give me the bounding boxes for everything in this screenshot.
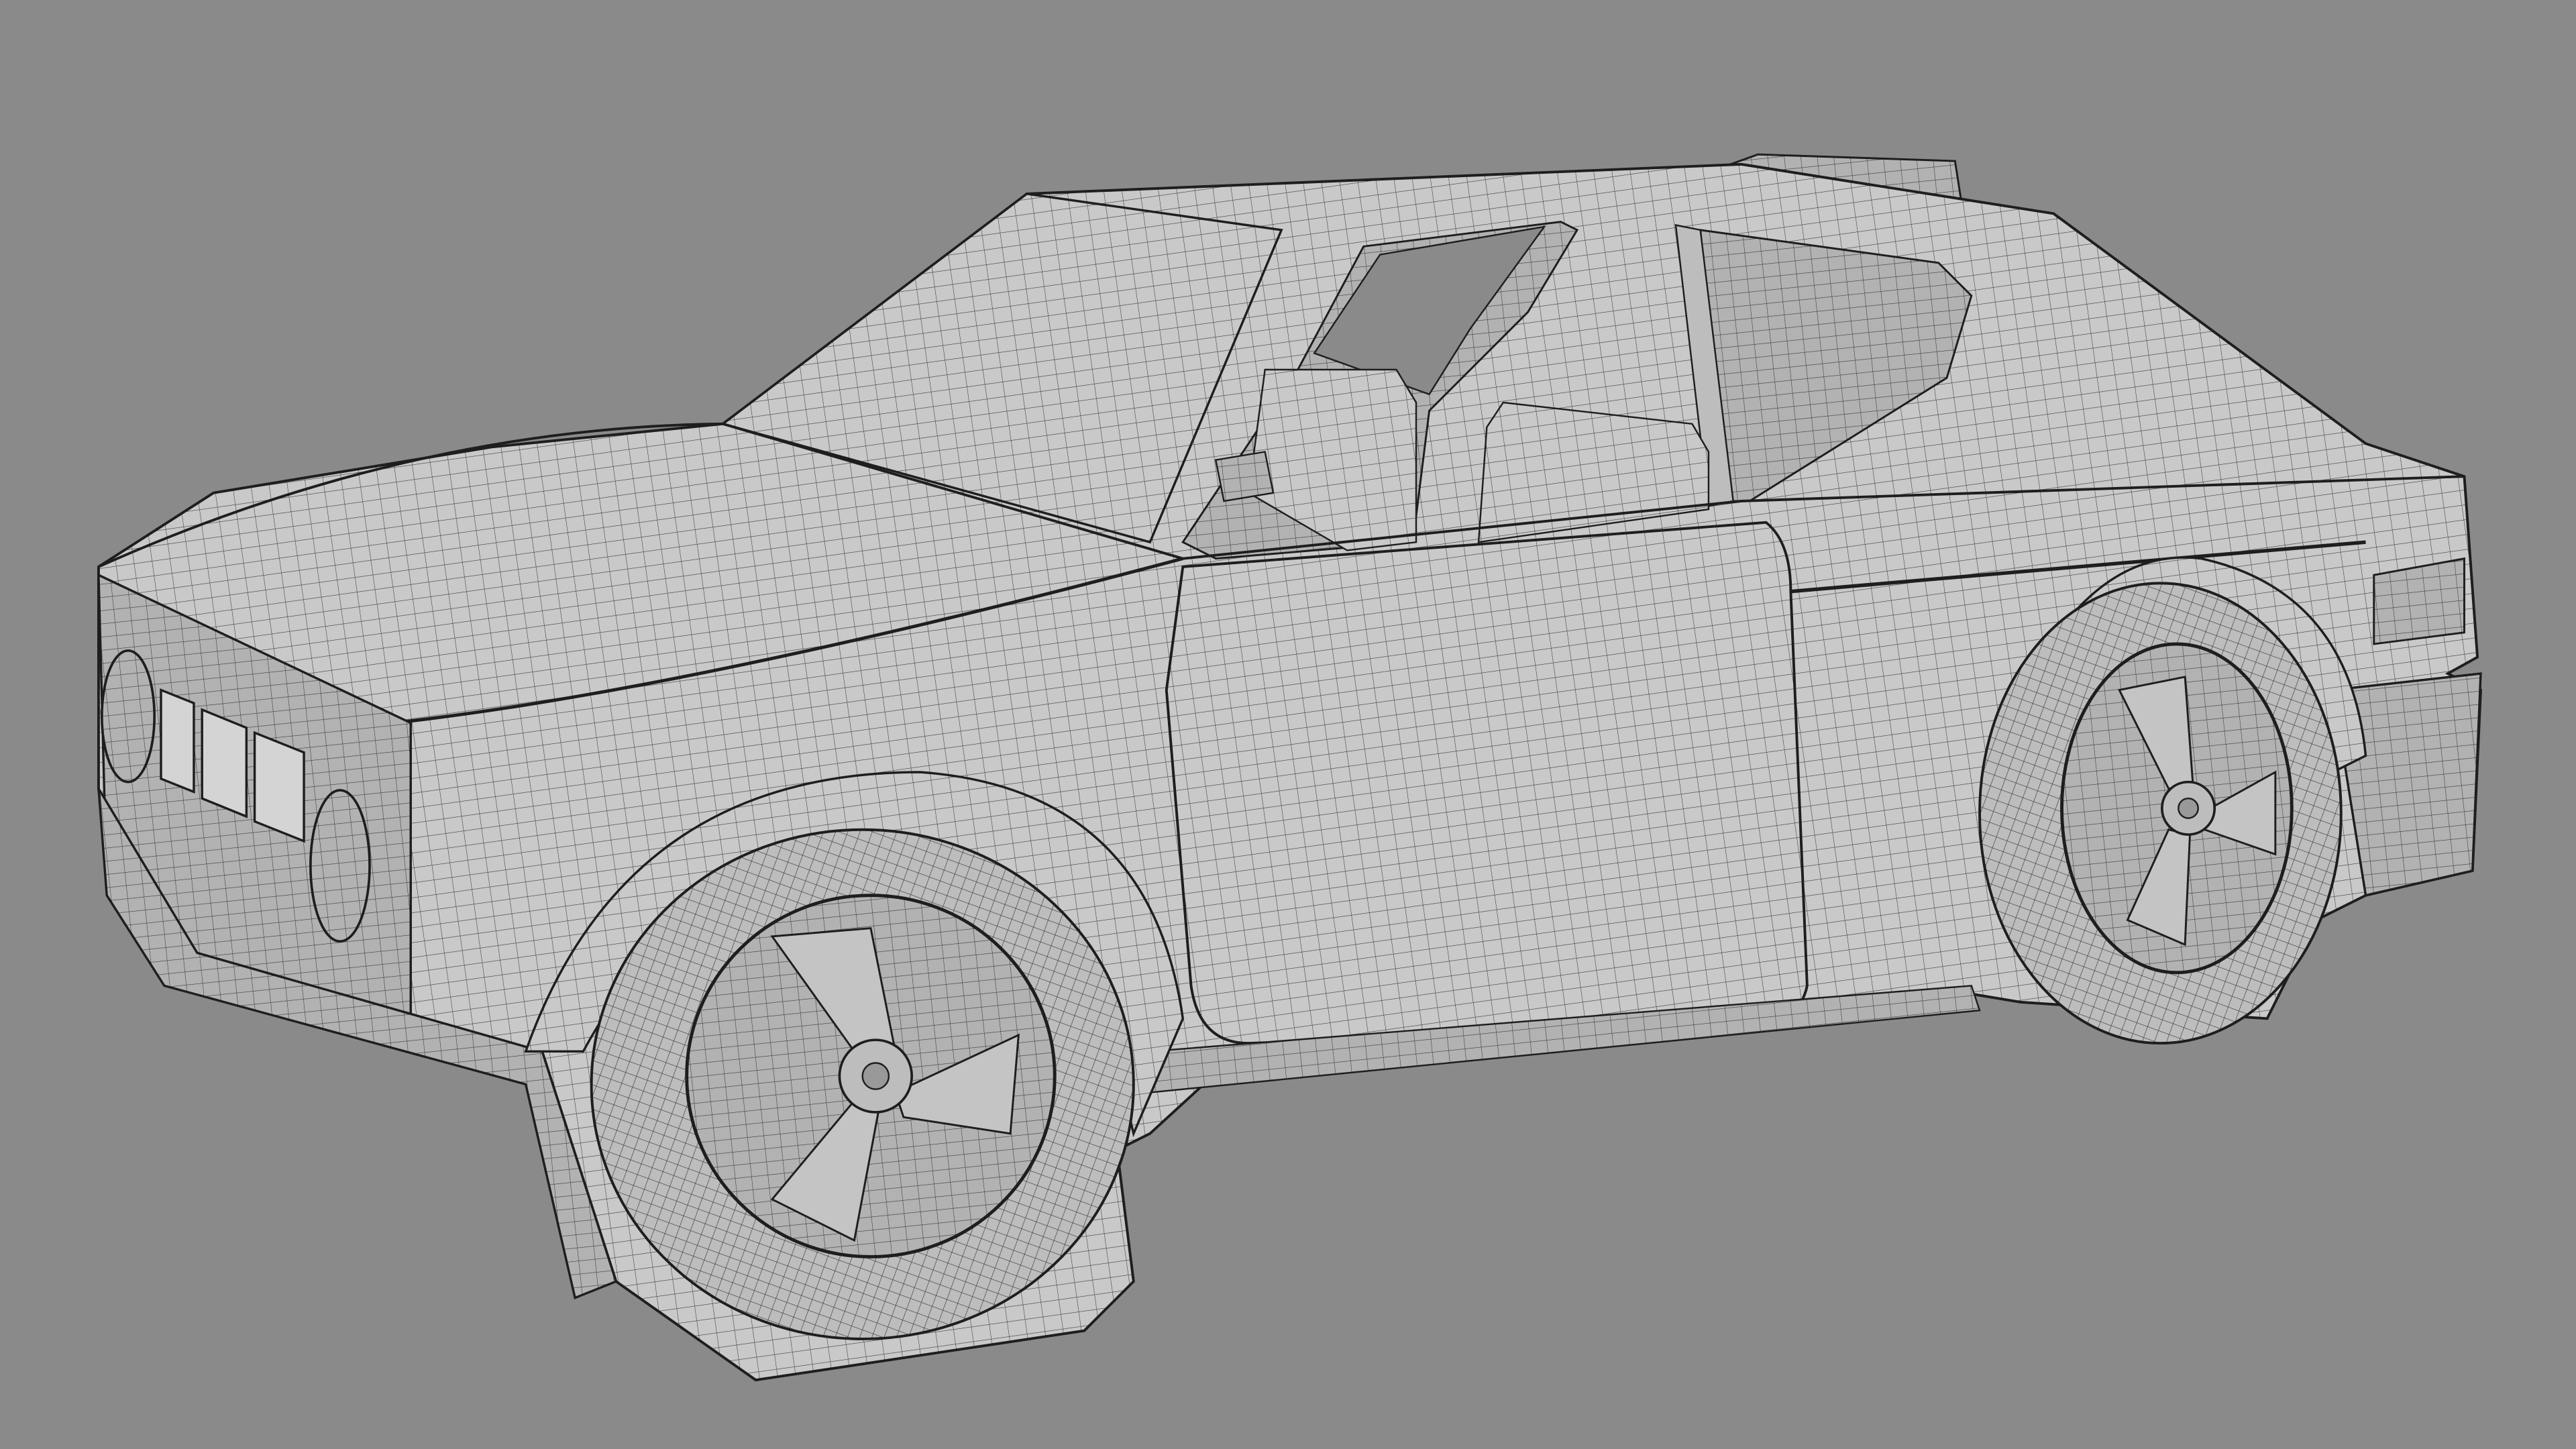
front-door: [1165, 521, 1809, 1045]
right-headlight: [309, 789, 371, 943]
3d-viewport[interactable]: [0, 0, 2576, 1449]
car-wireframe-render: [0, 0, 2576, 1449]
steering-wheel: [1214, 451, 1275, 502]
rear-wheel: [1978, 582, 2343, 1045]
left-headlight: [101, 649, 156, 784]
front-wheel: [590, 828, 1135, 1340]
